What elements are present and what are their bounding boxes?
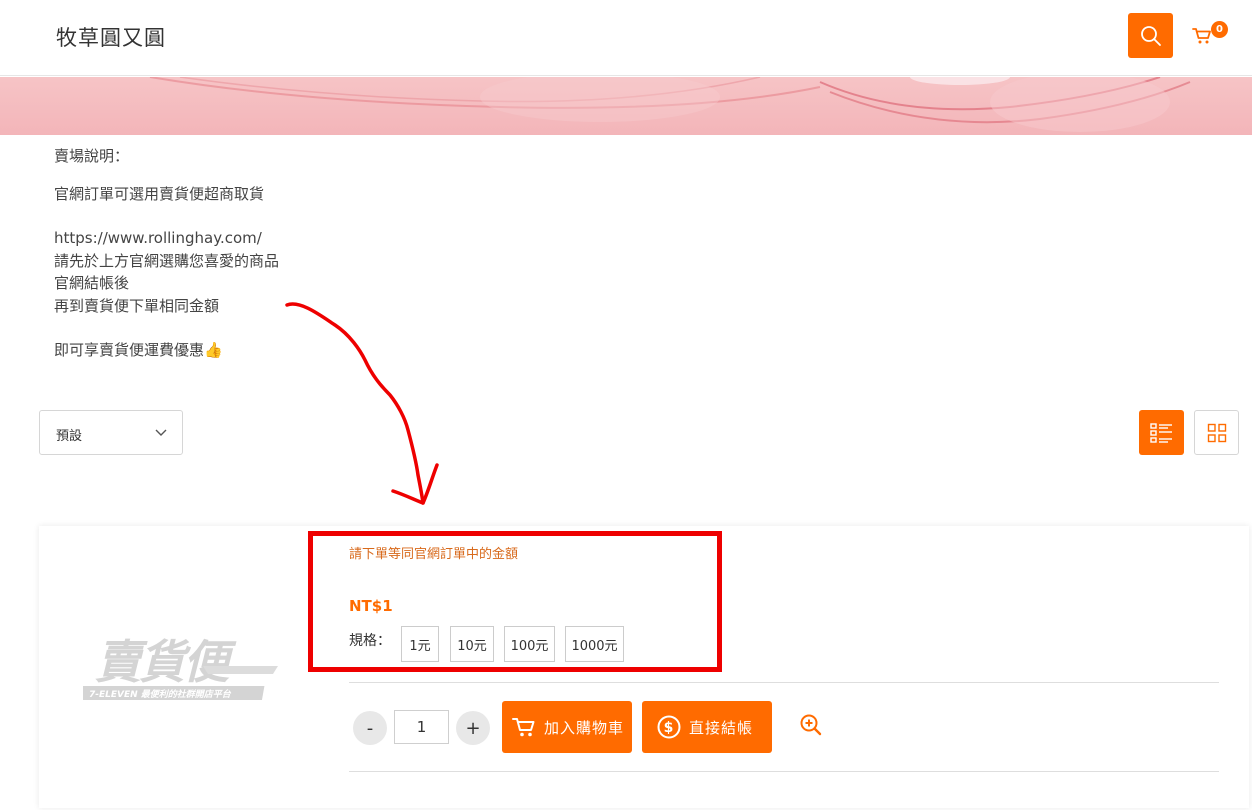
spec-label: 規格： [349,633,391,649]
desc-spacer [54,205,279,227]
cart-count-badge: 0 [1211,21,1228,38]
search-icon [1140,25,1161,46]
desc-line: 即可享賣貨便運費優惠👍 [54,341,223,359]
dollar-icon: $ [657,715,681,739]
checkout-button[interactable]: $ 直接結帳 [642,701,772,753]
desc-line: 官網訂單可選用賣貨便超商取貨 [54,184,265,203]
svg-text:賣貨便: 賣貨便 [95,635,237,689]
spec-option-100[interactable]: 100元 [504,626,555,662]
site-header: 牧草圓又圓 0 [0,0,1252,76]
divider [349,682,1219,683]
add-to-cart-button[interactable]: 加入購物車 [502,701,632,753]
sort-select[interactable]: 預設 [39,410,183,455]
desc-spacer [54,168,279,183]
desc-line: 官網結帳後 [54,274,130,292]
cart-icon [1192,28,1211,44]
store-banner [0,77,1252,135]
qty-input[interactable] [394,710,449,744]
spec-option-10[interactable]: 10元 [450,626,494,662]
checkout-label: 直接結帳 [689,718,754,737]
qty-increase-button[interactable]: + [456,711,490,745]
list-view-button[interactable] [1139,410,1184,455]
cart-icon [512,718,535,737]
desc-line: 賣場說明： [54,147,130,165]
spec-option-1[interactable]: 1元 [401,626,439,662]
grid-view-icon [1207,423,1226,442]
grid-view-button[interactable] [1194,410,1239,455]
store-description: 賣場說明： 官網訂單可選用賣貨便超商取貨 https://www.rolling… [54,145,279,362]
desc-spacer [54,317,279,339]
product-name[interactable]: 請下單等同官網訂單中的金額 [349,543,518,562]
chevron-down-icon [155,429,167,436]
svg-text:7-ELEVEN 最便利的社群開店平台: 7-ELEVEN 最便利的社群開店平台 [89,689,232,700]
zoom-in-icon[interactable] [799,713,823,737]
desc-line: 請先於上方官網選購您喜愛的商品 [54,251,280,270]
desc-line: 再到賣貨便下單相同金額 [54,296,220,315]
desc-link[interactable]: https://www.rollinghay.com/ [54,227,279,250]
sort-selected-value: 預設 [56,429,83,444]
cart-button[interactable]: 0 [1192,21,1228,48]
search-button[interactable] [1128,13,1173,58]
add-to-cart-label: 加入購物車 [544,718,625,737]
svg-text:$: $ [664,720,675,736]
product-price: NT$1 [349,597,393,615]
store-title[interactable]: 牧草圓又圓 [56,22,166,52]
spec-option-1000[interactable]: 1000元 [565,626,624,662]
list-view-icon [1149,422,1172,443]
divider [349,771,1219,772]
qty-decrease-button[interactable]: - [353,711,387,745]
product-card: 賣貨便 7-ELEVEN 最便利的社群開店平台 [39,526,1249,808]
product-image-logo: 賣貨便 7-ELEVEN 最便利的社群開店平台 [69,626,283,706]
